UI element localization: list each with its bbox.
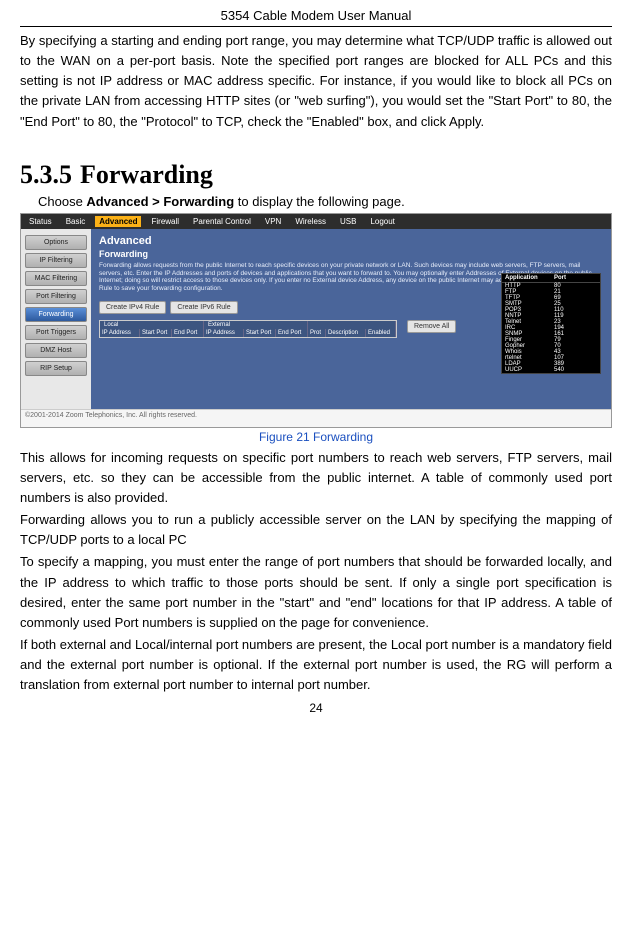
leftnav-port-filtering[interactable]: Port Filtering — [25, 289, 87, 304]
content-pane: Advanced Forwarding Forwarding allows re… — [91, 229, 611, 409]
top-nav: Status Basic Advanced Firewall Parental … — [21, 214, 611, 229]
remove-all-button[interactable]: Remove All — [407, 320, 456, 333]
col-startport-ext: Start Port — [244, 329, 276, 337]
pt-row: UUCP540 — [502, 367, 600, 373]
pt-head-app: Application — [502, 274, 551, 282]
forwarding-rule-grid: Local External IP Address Start Port End… — [99, 320, 397, 338]
left-nav: Options IP Filtering MAC Filtering Port … — [21, 229, 91, 409]
choose-path: Advanced > Forwarding — [86, 194, 234, 209]
section-title: Forwarding — [80, 160, 213, 189]
create-ipv4-rule-button[interactable]: Create IPv4 Rule — [99, 301, 166, 314]
body-para-2: Forwarding allows you to run a publicly … — [20, 510, 612, 550]
leftnav-forwarding[interactable]: Forwarding — [25, 307, 87, 322]
pt-head-port: Port — [551, 274, 600, 282]
section-heading: 5.3.5 Forwarding — [20, 160, 612, 190]
leftnav-dmz-host[interactable]: DMZ Host — [25, 343, 87, 358]
leftnav-port-triggers[interactable]: Port Triggers — [25, 325, 87, 340]
page-number: 24 — [20, 701, 612, 715]
col-startport-local: Start Port — [140, 329, 172, 337]
pane-heading-1: Advanced — [99, 235, 603, 247]
col-prot: Prot — [308, 329, 326, 337]
topnav-item-basic[interactable]: Basic — [62, 216, 90, 227]
topnav-item-logout[interactable]: Logout — [366, 216, 398, 227]
pane-heading-2: Forwarding — [99, 249, 603, 259]
choose-instruction: Choose Advanced > Forwarding to display … — [38, 194, 612, 209]
grid-section-external: External — [204, 321, 308, 329]
router-screenshot: Status Basic Advanced Firewall Parental … — [20, 213, 612, 428]
leftnav-mac-filtering[interactable]: MAC Filtering — [25, 271, 87, 286]
topnav-item-firewall[interactable]: Firewall — [147, 216, 183, 227]
col-ip-ext: IP Address — [204, 329, 244, 337]
body-para-1: This allows for incoming requests on spe… — [20, 448, 612, 508]
topnav-item-parental[interactable]: Parental Control — [189, 216, 255, 227]
choose-suffix: to display the following page. — [234, 194, 405, 209]
leftnav-options[interactable]: Options — [25, 235, 87, 250]
leftnav-rip-setup[interactable]: RIP Setup — [25, 361, 87, 376]
intro-paragraph: By specifying a starting and ending port… — [20, 31, 612, 132]
grid-section-local: Local — [100, 321, 204, 329]
topnav-item-wireless[interactable]: Wireless — [291, 216, 330, 227]
topnav-item-advanced[interactable]: Advanced — [95, 216, 141, 227]
choose-prefix: Choose — [38, 194, 86, 209]
page-header-title: 5354 Cable Modem User Manual — [20, 8, 612, 27]
body-para-4: If both external and Local/internal port… — [20, 635, 612, 695]
copyright-text: ©2001-2014 Zoom Telephonics, Inc. All ri… — [21, 409, 611, 421]
topnav-item-vpn[interactable]: VPN — [261, 216, 285, 227]
col-enabled: Enabled — [366, 329, 396, 337]
col-ip-local: IP Address — [100, 329, 140, 337]
topnav-item-usb[interactable]: USB — [336, 216, 360, 227]
leftnav-ip-filtering[interactable]: IP Filtering — [25, 253, 87, 268]
col-endport-ext: End Port — [276, 329, 308, 337]
figure-caption: Figure 21 Forwarding — [20, 430, 612, 444]
col-description: Description — [326, 329, 366, 337]
create-ipv6-rule-button[interactable]: Create IPv6 Rule — [170, 301, 237, 314]
col-endport-local: End Port — [172, 329, 204, 337]
section-number: 5.3.5 — [20, 160, 72, 189]
body-para-3: To specify a mapping, you must enter the… — [20, 552, 612, 633]
topnav-item-status[interactable]: Status — [25, 216, 56, 227]
common-ports-table: Application Port HTTP80 FTP21 TFTP69 SMT… — [501, 273, 601, 374]
